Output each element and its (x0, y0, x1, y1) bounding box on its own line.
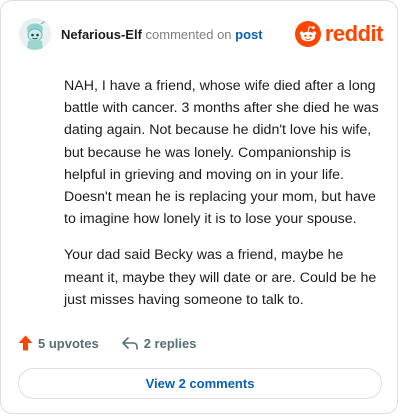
upvotes-button[interactable]: 5 upvotes (18, 335, 99, 351)
snoo-avatar-icon (19, 18, 51, 50)
comment-header: Nefarious-Elf commented on post reddit (19, 18, 384, 54)
user-avatar[interactable] (19, 18, 51, 50)
comment-card: Nefarious-Elf commented on post reddit N… (0, 0, 398, 414)
reddit-logo-icon (294, 21, 321, 47)
comment-paragraph-2: Your dad said Becky was a friend, maybe … (64, 247, 377, 308)
username-link[interactable]: Nefarious-Elf (61, 27, 142, 42)
commented-on-text: commented on (145, 27, 232, 42)
upvotes-count: 5 upvotes (38, 335, 99, 351)
reddit-wordmark: reddit (324, 21, 384, 46)
comment-attribution: Nefarious-Elf commented on post (61, 27, 263, 42)
comment-body: NAH, I have a friend, whose wife died af… (64, 75, 386, 325)
post-link[interactable]: post (235, 27, 262, 42)
upvote-arrow-icon (18, 335, 33, 351)
comment-paragraph-1: NAH, I have a friend, whose wife died af… (64, 78, 379, 228)
comment-footer: 5 upvotes 2 replies (18, 333, 196, 353)
replies-button[interactable]: 2 replies (121, 335, 197, 351)
reddit-brand[interactable]: reddit (294, 20, 384, 48)
replies-count: 2 replies (143, 335, 197, 351)
reply-arrow-icon (121, 337, 138, 350)
view-comments-button[interactable]: View 2 comments (18, 368, 382, 399)
